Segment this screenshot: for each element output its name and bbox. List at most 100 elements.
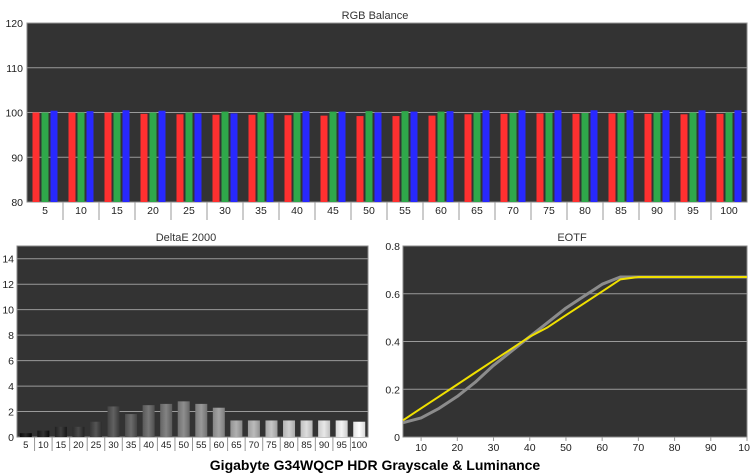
x-tick-label: 60 xyxy=(214,440,225,451)
x-tick-label: 10 xyxy=(75,205,87,217)
bar-red xyxy=(356,116,364,202)
x-tick-label: 100 xyxy=(351,440,367,451)
x-tick-label: 65 xyxy=(471,205,483,217)
x-tick-label: 30 xyxy=(108,440,119,451)
bar-blue xyxy=(626,110,634,202)
x-tick-label: 60 xyxy=(596,442,608,454)
y-tick-label: 14 xyxy=(2,254,14,266)
bar-red xyxy=(32,112,40,202)
x-tick-label: 25 xyxy=(183,205,195,217)
bar-deltae xyxy=(89,421,102,437)
x-tick-label: 90 xyxy=(319,440,330,451)
x-tick-label: 20 xyxy=(451,442,463,454)
y-tick-label: 2 xyxy=(8,407,14,419)
bar-red xyxy=(176,114,184,202)
x-tick-label: 15 xyxy=(56,440,67,451)
bar-red xyxy=(500,113,508,202)
x-tick-label: 65 xyxy=(231,440,242,451)
bar-blue xyxy=(266,113,274,202)
bar-red xyxy=(464,114,472,202)
x-tick-label: 55 xyxy=(196,440,207,451)
deltae-panel: DeltaE 2000 0 2 4 6 8 10 12 14 5 10 15 20 25 30 35 40 45… xyxy=(0,222,378,455)
x-tick-label: 40 xyxy=(291,205,303,217)
x-tick-label: 10 xyxy=(415,442,427,454)
x-tick-label: 100 xyxy=(720,205,738,217)
bar-deltae xyxy=(247,420,260,437)
figure-caption: Gigabyte G34WQCP HDR Grayscale & Luminan… xyxy=(209,457,541,473)
chart-title: RGB Balance xyxy=(342,10,409,22)
bar-blue xyxy=(734,110,742,202)
bar-red xyxy=(140,113,148,202)
y-tick-label: 120 xyxy=(5,18,23,30)
y-tick-label: 0.4 xyxy=(385,337,400,349)
bar-blue xyxy=(698,110,706,202)
x-tick-label: 50 xyxy=(178,440,189,451)
y-tick-label: 0.6 xyxy=(385,289,400,301)
bar-red xyxy=(644,113,652,202)
bar-red xyxy=(392,116,400,202)
x-tick-label: 80 xyxy=(669,442,681,454)
bar-deltae xyxy=(107,406,120,437)
bar-red xyxy=(680,114,688,202)
x-tick-label: 45 xyxy=(161,440,172,451)
bar-deltae xyxy=(335,420,348,437)
y-tick-label: 90 xyxy=(11,152,23,164)
bar-green xyxy=(113,112,121,202)
x-tick-label: 20 xyxy=(147,205,159,217)
bar-blue xyxy=(590,110,598,202)
bar-deltae xyxy=(353,421,366,437)
x-tick-label: 25 xyxy=(91,440,102,451)
x-tick-label: 55 xyxy=(399,205,411,217)
bar-deltae xyxy=(195,403,208,437)
x-tick-label: 85 xyxy=(615,205,627,217)
rgb-balance-chart: RGB Balance 80 90 100 110 120 5 10 15 20 25 30 35 40… xyxy=(5,10,748,220)
chart-title: EOTF xyxy=(557,232,587,244)
bar-green xyxy=(581,112,589,202)
bar-red xyxy=(572,113,580,202)
bar-blue xyxy=(338,111,346,202)
x-tick-label: 5 xyxy=(42,205,48,217)
bar-green xyxy=(77,112,85,202)
bar-green xyxy=(257,112,265,202)
bar-blue xyxy=(518,110,526,202)
y-tick-label: 0.8 xyxy=(385,241,400,253)
bar-deltae xyxy=(300,420,313,437)
bar-deltae xyxy=(318,420,331,437)
bar-blue xyxy=(86,111,94,202)
y-tick-label: 10 xyxy=(2,305,14,317)
y-tick-label: 110 xyxy=(6,63,23,75)
bar-red xyxy=(68,112,76,202)
bar-red xyxy=(716,113,724,202)
bar-deltae xyxy=(37,430,50,437)
x-tick-label: 50 xyxy=(363,205,375,217)
x-tick-label: 40 xyxy=(524,442,536,454)
x-tick-label: 50 xyxy=(560,442,572,454)
y-tick-label: 0 xyxy=(394,432,400,444)
rgb-balance-panel: RGB Balance 80 90 100 110 120 5 10 15 20 25 30 35 40… xyxy=(0,0,750,222)
bar-blue xyxy=(122,110,130,202)
x-tick-label: 45 xyxy=(327,205,339,217)
x-tick-label: 75 xyxy=(266,440,277,451)
eotf-panel: EOTF 0 0.2 0.4 0.6 0.8 10 20 30 40 50 60 70 80 90 100 xyxy=(378,222,750,455)
y-tick-label: 6 xyxy=(8,356,14,368)
bar-blue xyxy=(662,110,670,202)
bar-deltae xyxy=(142,405,155,437)
bar-green xyxy=(545,112,553,202)
y-tick-label: 0 xyxy=(8,432,14,444)
x-tick-label: 5 xyxy=(23,440,28,451)
chart-title: DeltaE 2000 xyxy=(156,232,217,244)
x-tick-label: 70 xyxy=(633,442,645,454)
x-tick-label: 100 xyxy=(738,442,750,454)
x-tick-label: 95 xyxy=(687,205,699,217)
bar-deltae xyxy=(230,420,243,437)
x-tick-label: 15 xyxy=(111,205,123,217)
bar-green xyxy=(509,112,517,202)
bar-blue xyxy=(230,113,238,202)
bar-green xyxy=(617,112,625,202)
x-tick-label: 70 xyxy=(249,440,260,451)
bar-red xyxy=(320,115,328,202)
bar-deltae xyxy=(72,426,85,437)
x-tick-label: 30 xyxy=(488,442,500,454)
bar-green xyxy=(365,111,373,202)
bar-red xyxy=(428,115,436,202)
